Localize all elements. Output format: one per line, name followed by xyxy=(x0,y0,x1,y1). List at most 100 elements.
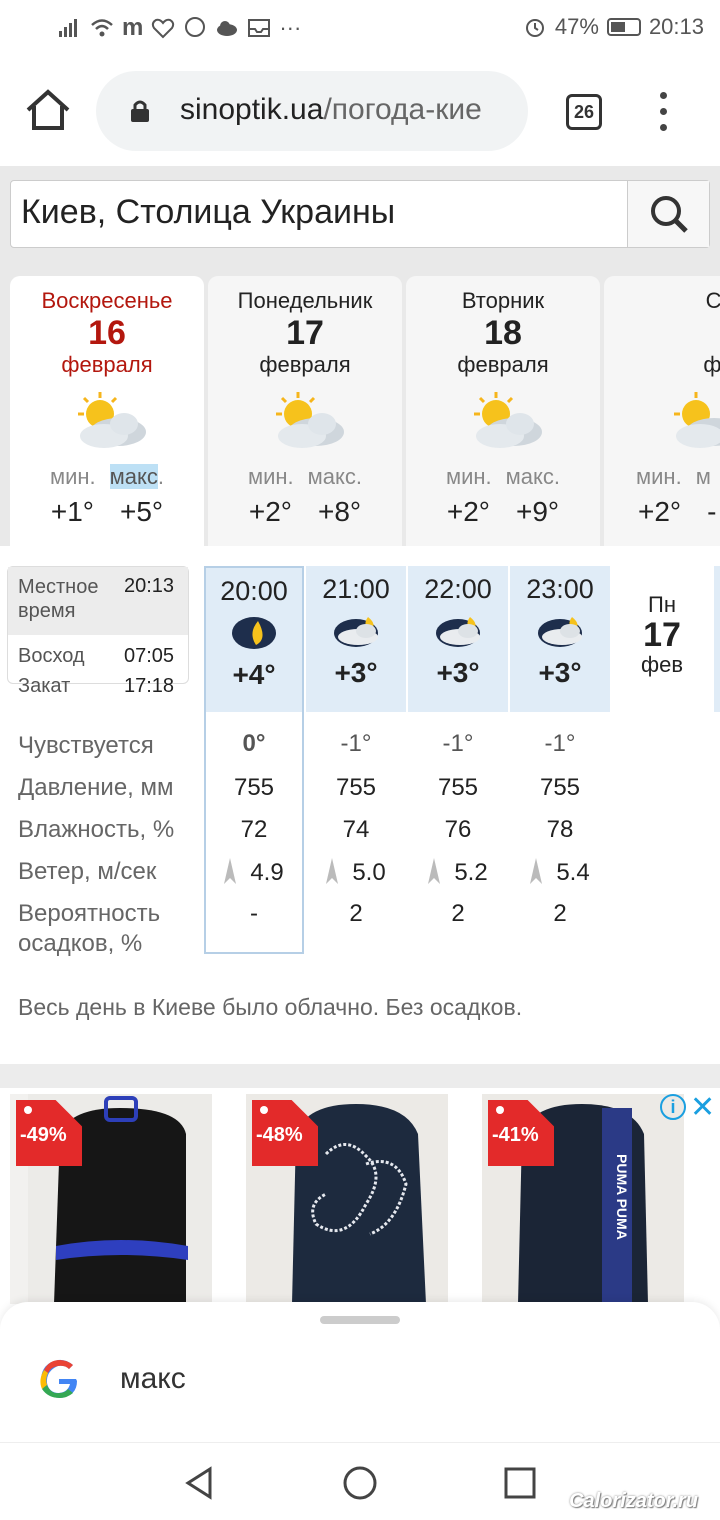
ad-close-icon[interactable]: ✕ xyxy=(690,1090,715,1125)
day-month: февраля xyxy=(457,352,549,377)
ad-info-icon[interactable]: i xyxy=(660,1094,686,1120)
row-label-feels: Чувствуется xyxy=(18,732,154,759)
home-nav-icon[interactable] xyxy=(340,1463,380,1503)
ad-product[interactable]: PUMA PUMA -41% xyxy=(482,1094,684,1304)
night-cloudy-icon xyxy=(538,617,582,647)
day-card[interactable]: Вторник 18 февраля мин. макс. +2° +9° xyxy=(406,276,600,546)
precip-value: - xyxy=(250,900,258,927)
feels-value: -1° xyxy=(442,730,474,757)
precip-value: 2 xyxy=(349,900,363,927)
city-search[interactable]: Киев, Столица Украины xyxy=(10,180,710,248)
sun-info-box: Местное время 20:13 Восход 07:05 Закат 1… xyxy=(7,566,189,697)
feels-value: -1° xyxy=(340,730,372,757)
lock-icon xyxy=(131,100,149,122)
signal-icon xyxy=(59,19,77,37)
search-query[interactable]: макс xyxy=(120,1362,186,1396)
max-label: макс. xyxy=(307,464,363,489)
ad-product[interactable]: -49% xyxy=(10,1094,212,1304)
back-icon[interactable] xyxy=(180,1463,220,1503)
mail-icon xyxy=(248,19,271,37)
sunrise-label: Восход xyxy=(18,645,85,667)
day-month: февраля xyxy=(61,352,153,377)
min-temp: +1° xyxy=(50,496,94,527)
search-icon xyxy=(651,196,688,233)
ad-product[interactable]: -48% xyxy=(246,1094,448,1304)
tab-switcher-button[interactable]: 26 xyxy=(566,94,602,130)
night-cloudy-icon xyxy=(436,617,480,647)
max-label: макс. xyxy=(505,464,561,489)
hour-column[interactable]: 21:00 +3° xyxy=(306,566,406,712)
humidity-value: 76 xyxy=(444,816,472,843)
ad-separator xyxy=(0,1064,720,1088)
pressure-value: 755 xyxy=(539,774,581,801)
max-temp: - xyxy=(707,496,717,527)
wind-cell: 5.4 xyxy=(510,858,610,887)
cloud-icon xyxy=(217,21,238,36)
min-label: мин. xyxy=(49,464,96,489)
wind-cell: 5.2 xyxy=(408,858,508,887)
city-search-input[interactable]: Киев, Столица Украины xyxy=(21,193,395,232)
alarm-icon xyxy=(525,19,544,37)
viber-icon xyxy=(185,17,206,37)
day-card[interactable]: Сред 19 февраля мин. м +2°- xyxy=(604,276,720,546)
max-label: м xyxy=(695,464,711,489)
hour-column[interactable]: 22:00 +3° xyxy=(408,566,508,712)
google-logo-icon xyxy=(40,1359,77,1398)
humidity-value: 74 xyxy=(342,816,370,843)
min-temp: +2° xyxy=(446,496,490,527)
max-temp: +8° xyxy=(318,496,362,527)
search-button[interactable] xyxy=(627,181,709,247)
next-day-link[interactable]: Пн 17 фев xyxy=(622,592,702,678)
battery-percent: 47% xyxy=(554,14,599,39)
day-date: 16 xyxy=(88,314,126,352)
status-bar: m ··· 47% 20:13 xyxy=(0,0,720,56)
row-label-humidity: Влажность, % xyxy=(18,816,175,843)
next-hour-strip xyxy=(714,566,720,712)
hour-time: 20:00 xyxy=(220,576,288,606)
url-text: sinoptik.ua/погода-кие xyxy=(180,93,482,126)
hour-column[interactable]: 23:00 +3° xyxy=(510,566,610,712)
min-temp: +2° xyxy=(638,496,682,527)
partly-cloudy-icon xyxy=(78,392,146,448)
local-time: 20:13 xyxy=(124,575,175,597)
day-card[interactable]: Воскресенье 16 февраля мин. макс. +1° +5° xyxy=(10,276,204,546)
max-temp: +5° xyxy=(120,496,164,527)
row-label-precip-2: осадков, % xyxy=(18,930,143,957)
row-label-pressure: Давление, мм xyxy=(18,774,174,801)
recent-apps-icon[interactable] xyxy=(500,1463,540,1503)
carrier-icon: m xyxy=(122,14,144,41)
partly-cloudy-icon xyxy=(276,392,344,448)
wind-arrow-icon xyxy=(224,858,237,884)
precip-value: 2 xyxy=(553,900,567,927)
wind-value: 5.2 xyxy=(454,859,488,886)
local-time-label: Местное время xyxy=(18,576,99,622)
day-weekday: Вторник xyxy=(461,288,545,313)
sheet-drag-handle[interactable] xyxy=(320,1316,400,1324)
wind-cell: 5.0 xyxy=(306,858,406,887)
home-icon[interactable] xyxy=(24,88,72,132)
heart-rate-icon xyxy=(152,18,175,39)
partly-cloudy-icon xyxy=(474,392,542,448)
humidity-value: 78 xyxy=(546,816,574,843)
hour-column[interactable]: 20:00 +4° xyxy=(204,566,304,712)
day-date: 19 xyxy=(604,316,720,350)
url-bar[interactable]: sinoptik.ua/погода-кие xyxy=(96,71,528,151)
row-label-wind: Ветер, м/сек xyxy=(18,858,157,885)
day-date: 18 xyxy=(484,314,522,352)
wind-cell: 4.9 xyxy=(204,858,304,887)
overflow-menu-icon[interactable] xyxy=(652,92,676,132)
sunset-time: 17:18 xyxy=(124,675,175,697)
google-search-sheet[interactable]: макс xyxy=(0,1302,720,1442)
precip-value: 2 xyxy=(451,900,465,927)
min-label: мин. xyxy=(247,464,294,489)
wind-value: 4.9 xyxy=(250,859,284,886)
day-card[interactable]: Понедельник 17 февраля мин. макс. +2° +8° xyxy=(208,276,402,546)
wind-arrow-icon xyxy=(530,858,543,884)
watermark: Calorizator.ru xyxy=(569,1490,698,1512)
partly-cloudy-icon xyxy=(674,392,720,448)
svg-text:PUMA PUMA: PUMA PUMA xyxy=(614,1154,630,1240)
pressure-value: 755 xyxy=(233,774,275,801)
day-month: февраля xyxy=(259,352,351,377)
next-day-weekday: Пн xyxy=(648,592,676,617)
pressure-value: 755 xyxy=(335,774,377,801)
